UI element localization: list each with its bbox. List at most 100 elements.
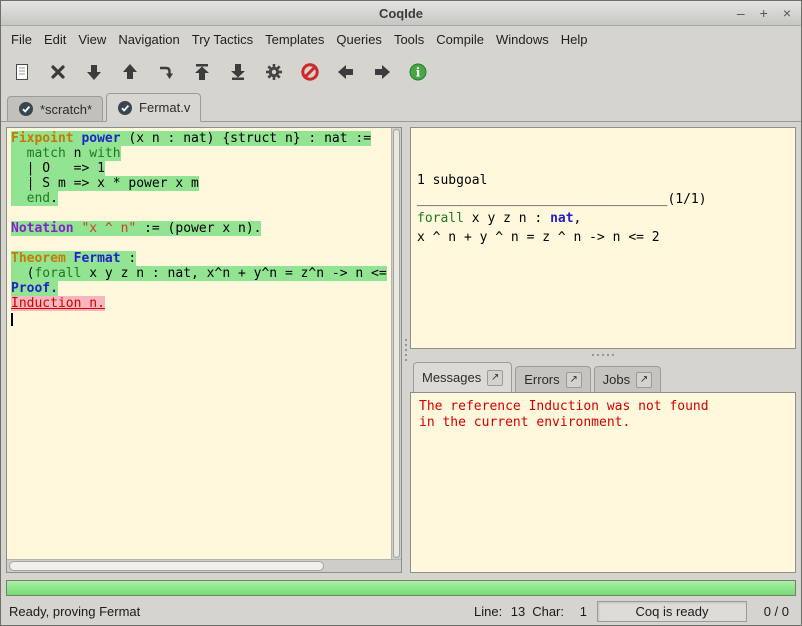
code-line [11, 311, 391, 326]
buffer-status-check-icon [18, 101, 34, 117]
detach-jobs-button[interactable]: ↗ [636, 372, 652, 388]
tab-errors[interactable]: Errors ↗ [515, 366, 590, 392]
tabbar: *scratch* Fermat.v [1, 92, 801, 122]
tab-label: Messages [422, 370, 481, 385]
close-buffer-x-icon [47, 61, 69, 83]
messages-pane[interactable]: The reference Induction was not foundin … [410, 392, 796, 573]
menu-item-edit[interactable]: Edit [38, 28, 72, 51]
editor-vscrollbar[interactable] [391, 128, 401, 559]
code-line: | O => 1 [11, 161, 391, 176]
about-button[interactable]: i [405, 59, 431, 85]
restart-button[interactable] [189, 59, 215, 85]
hscroll-thumb[interactable] [9, 561, 324, 571]
task-counter: 0 / 0 [757, 604, 793, 619]
right-column: 1 subgoal_______________________________… [410, 127, 796, 573]
goals-content: 1 subgoal_______________________________… [417, 171, 789, 247]
message-line: in the current environment. [419, 415, 787, 431]
detach-messages-button[interactable]: ↗ [487, 370, 503, 386]
next-button[interactable] [369, 59, 395, 85]
menu-item-help[interactable]: Help [555, 28, 594, 51]
menu-item-compile[interactable]: Compile [430, 28, 490, 51]
code-line: Induction n. [11, 296, 391, 311]
vscroll-thumb[interactable] [393, 129, 400, 558]
messages-section: Messages ↗ Errors ↗ Jobs ↗ The reference… [410, 361, 796, 573]
make-gear-icon [263, 61, 285, 83]
menu-item-view[interactable]: View [72, 28, 112, 51]
coq-status: Coq is ready [597, 601, 747, 622]
char-label: Char: [532, 604, 564, 619]
next-right-arrow-icon [371, 61, 393, 83]
code-line: | S m => x * power x m [11, 176, 391, 191]
save-button[interactable] [9, 59, 35, 85]
tab-scratch[interactable]: *scratch* [7, 96, 103, 121]
statusbar: Ready, proving Fermat Line: 13 Char: 1 C… [1, 598, 801, 625]
cursor-position: Line: 13 Char: 1 [474, 604, 587, 619]
step-backward-up-arrow-icon [119, 61, 141, 83]
window-title: CoqIde [1, 6, 801, 21]
tab-messages[interactable]: Messages ↗ [413, 362, 512, 392]
window-controls: – + × [737, 1, 791, 25]
menu-item-tools[interactable]: Tools [388, 28, 430, 51]
code-line: Proof. [11, 281, 391, 296]
step-backward-button[interactable] [117, 59, 143, 85]
code-line [11, 236, 391, 251]
minimize-button[interactable]: – [737, 6, 745, 20]
code-line: (forall x y z n : nat, x^n + y^n = z^n -… [11, 266, 391, 281]
progress-bar [6, 580, 796, 596]
buffer-status-check-icon [117, 100, 133, 116]
make-button[interactable] [261, 59, 287, 85]
line-label: Line: [474, 604, 502, 619]
restart-to-top-icon [191, 61, 213, 83]
detach-errors-button[interactable]: ↗ [566, 372, 582, 388]
menu-item-templates[interactable]: Templates [259, 28, 330, 51]
go-to-cursor-button[interactable] [153, 59, 179, 85]
svg-text:i: i [416, 66, 421, 80]
editor-hscrollbar[interactable] [7, 559, 401, 572]
previous-button[interactable] [333, 59, 359, 85]
char-value: 1 [571, 604, 587, 619]
tab-jobs[interactable]: Jobs ↗ [594, 366, 661, 392]
message-line: The reference Induction was not found [419, 399, 787, 415]
go-to-cursor-icon [155, 61, 177, 83]
step-forward-button[interactable] [81, 59, 107, 85]
editor-pane[interactable]: Fixpoint power (x n : nat) {struct n} : … [6, 127, 402, 573]
line-value: 13 [509, 604, 525, 619]
code-line: ________________________________(1/1) [417, 190, 789, 209]
menu-item-navigation[interactable]: Navigation [112, 28, 185, 51]
coqide-window: CoqIde – + × FileEditViewNavigationTry T… [0, 0, 802, 626]
tab-label: Errors [524, 372, 559, 387]
interrupt-no-entry-icon [299, 61, 321, 83]
interrupt-button[interactable] [297, 59, 323, 85]
maximize-button[interactable]: + [760, 6, 768, 20]
code-line: x ^ n + y ^ n = z ^ n -> n <= 2 [417, 228, 789, 247]
code-line: match n with [11, 146, 391, 161]
toolbar: i [1, 52, 801, 92]
menu-item-windows[interactable]: Windows [490, 28, 555, 51]
run-to-end-icon [227, 61, 249, 83]
editor-code[interactable]: Fixpoint power (x n : nat) {struct n} : … [7, 128, 391, 559]
splitter-grip [405, 339, 407, 361]
code-line: Fixpoint power (x n : nat) {struct n} : … [11, 131, 391, 146]
menu-item-queries[interactable]: Queries [330, 28, 388, 51]
save-page-icon [11, 61, 33, 83]
close-buffer-button[interactable] [45, 59, 71, 85]
splitter-grip [592, 354, 614, 356]
status-text: Ready, proving Fermat [9, 604, 140, 619]
horizontal-splitter[interactable] [410, 349, 796, 361]
code-line: Notation "x ^ n" := (power x n). [11, 221, 391, 236]
close-button[interactable]: × [783, 6, 791, 20]
titlebar[interactable]: CoqIde – + × [1, 1, 801, 26]
code-line: forall x y z n : nat, [417, 209, 789, 228]
vertical-splitter[interactable] [402, 127, 410, 573]
goals-pane[interactable]: 1 subgoal_______________________________… [410, 127, 796, 349]
menu-item-file[interactable]: File [5, 28, 38, 51]
code-line [11, 206, 391, 221]
run-to-end-button[interactable] [225, 59, 251, 85]
tab-label: Jobs [603, 372, 630, 387]
code-line: Theorem Fermat : [11, 251, 391, 266]
code-line: 1 subgoal [417, 171, 789, 190]
tab-fermat[interactable]: Fermat.v [106, 93, 201, 122]
menu-item-try-tactics[interactable]: Try Tactics [186, 28, 259, 51]
about-info-icon: i [407, 61, 429, 83]
tab-label: Fermat.v [139, 100, 190, 115]
